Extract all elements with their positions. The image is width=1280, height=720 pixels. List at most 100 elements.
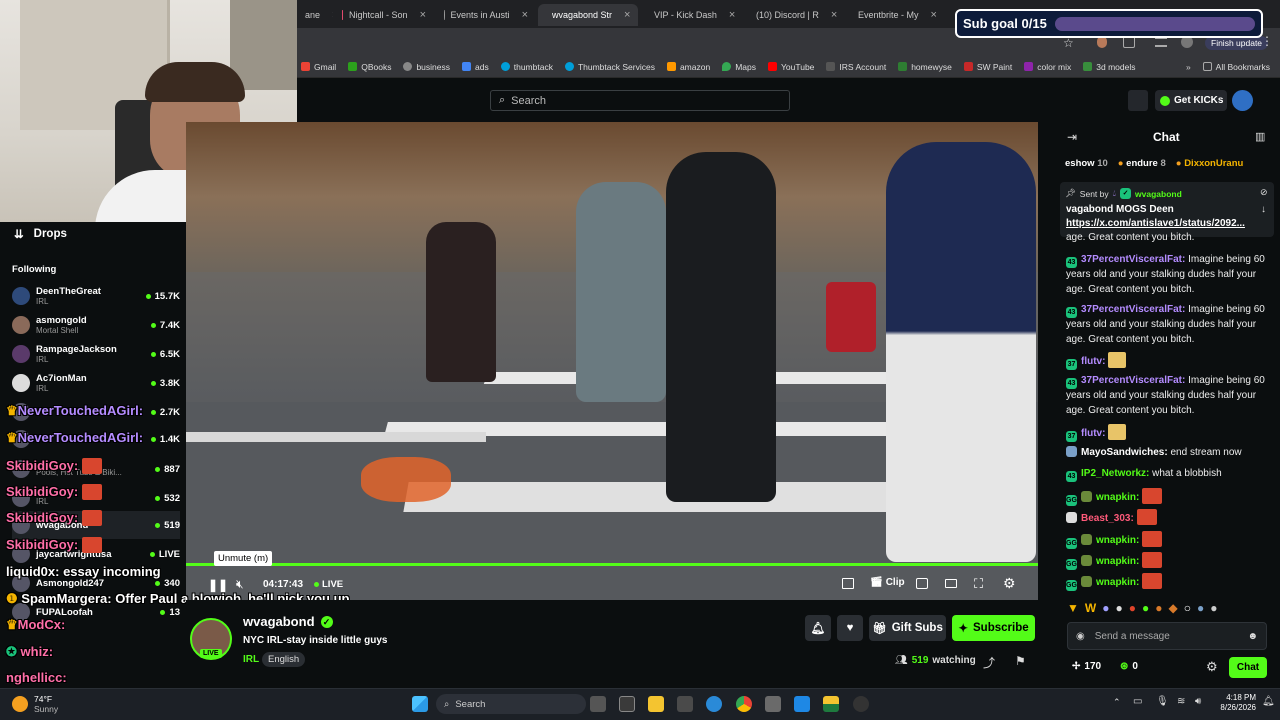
close-icon[interactable]: ×: [624, 9, 630, 21]
chat-input[interactable]: ◉ Send a message ☻: [1067, 622, 1267, 650]
emoji-icon[interactable]: ☻: [1247, 631, 1258, 642]
microphone-icon[interactable]: 🎙︎: [1156, 696, 1169, 707]
obs-icon[interactable]: [853, 696, 869, 712]
theater-mode-icon[interactable]: [945, 579, 957, 588]
chat-username[interactable]: wnapkin:: [1096, 535, 1139, 546]
emote-icon[interactable]: ●: [1102, 601, 1109, 615]
streamer-name[interactable]: wvagabond: [243, 614, 315, 629]
close-icon[interactable]: ×: [332, 9, 333, 21]
bookmark-maps[interactable]: Maps: [722, 62, 756, 72]
close-icon[interactable]: ×: [729, 9, 735, 21]
chat-username[interactable]: flutv:: [1081, 356, 1105, 367]
chat-username[interactable]: IP2_Networkz:: [1081, 468, 1149, 479]
browser-tab[interactable]: ane ×: [297, 4, 333, 26]
browser-tab[interactable]: VIP - Kick Dash ×: [640, 4, 740, 26]
calculator-app-icon[interactable]: [677, 696, 693, 712]
file-explorer-icon[interactable]: [648, 696, 664, 712]
emote-icon[interactable]: ●: [1129, 601, 1136, 615]
all-bookmarks[interactable]: All Bookmarks: [1202, 62, 1270, 72]
clock[interactable]: 4:18 PM 8/26/2026: [1216, 693, 1256, 713]
pip-icon[interactable]: [842, 578, 854, 589]
task-view-icon[interactable]: [590, 696, 606, 712]
kicks-balance[interactable]: ⊛ 0: [1120, 661, 1138, 672]
bookmark-qbooks[interactable]: QBooks: [348, 62, 391, 72]
video-player[interactable]: [186, 122, 1038, 600]
calculator-icon[interactable]: [765, 696, 781, 712]
chat-username[interactable]: Beast_303:: [1081, 513, 1134, 524]
emote-icon[interactable]: ●: [1155, 601, 1162, 615]
chat-settings-gear-icon[interactable]: ⚙: [1206, 659, 1218, 675]
chat-username[interactable]: wnapkin:: [1096, 492, 1139, 503]
gift-subs-button[interactable]: 🎁︎ Gift Subs: [869, 615, 946, 641]
bookmark-ads[interactable]: ads: [462, 62, 489, 72]
expand-arrow-icon[interactable]: ↓: [1261, 204, 1266, 215]
notepad-icon[interactable]: [619, 696, 635, 712]
browser-tab[interactable]: Nightcall - Son ×: [334, 4, 434, 26]
chat-username[interactable]: wnapkin:: [1096, 556, 1139, 567]
speaker-icon[interactable]: 🔊︎: [1195, 696, 1201, 707]
bookmark-3d-models[interactable]: 3d models: [1083, 62, 1136, 72]
fullscreen-icon[interactable]: ⛶: [974, 576, 983, 592]
taskbar-search[interactable]: ⌕ Search: [436, 694, 586, 714]
record-icon[interactable]: ◉: [1076, 631, 1085, 642]
collapse-chat-icon[interactable]: ⇥: [1067, 130, 1077, 144]
wifi-icon[interactable]: ≋: [1177, 696, 1185, 707]
app-icon[interactable]: [794, 696, 810, 712]
browser-tab[interactable]: Eventbrite - My ×: [844, 4, 942, 26]
user-avatar[interactable]: [1232, 90, 1253, 111]
bookmark-sw-paint[interactable]: SW Paint: [963, 62, 1012, 72]
app-icon[interactable]: [823, 696, 839, 712]
notification-bell-icon[interactable]: 🔔︎: [1262, 696, 1275, 707]
media-icon[interactable]: [1155, 37, 1167, 47]
bookmark-youtube[interactable]: YouTube: [768, 62, 814, 72]
chat-username[interactable]: flutv:: [1081, 428, 1105, 439]
emote-icon[interactable]: ○: [1184, 601, 1191, 615]
language-tag[interactable]: English: [262, 652, 306, 667]
finish-update-button[interactable]: Finish update: [1205, 36, 1269, 50]
bookmark-star-icon[interactable]: ☆: [1063, 36, 1074, 50]
close-icon[interactable]: ×: [931, 9, 937, 21]
bookmark-thumbtack-services[interactable]: Thumbtack Services: [564, 62, 655, 72]
chat-username[interactable]: 37PercentVisceralFat:: [1081, 304, 1185, 315]
kebab-menu-icon[interactable]: ⋮: [1261, 34, 1273, 48]
quality-icon[interactable]: [916, 578, 928, 589]
clip-button[interactable]: 🎬︎ Clip: [870, 577, 905, 588]
follow-heart-button[interactable]: ♥: [837, 615, 863, 641]
settings-gear-icon[interactable]: ⚙: [1003, 575, 1016, 592]
chat-username[interactable]: 37PercentVisceralFat:: [1081, 254, 1185, 265]
pause-icon[interactable]: ❚❚: [208, 578, 228, 592]
share-icon[interactable]: ⤴: [983, 654, 995, 671]
emote-icon[interactable]: ●: [1197, 601, 1204, 615]
category-link[interactable]: IRL: [243, 654, 259, 665]
chat-username[interactable]: wnapkin:: [1096, 577, 1139, 588]
chrome-icon[interactable]: [736, 696, 752, 712]
pinned-link[interactable]: https://x.com/antislave1/status/2092...: [1066, 218, 1245, 229]
emote-icon[interactable]: ●: [1115, 601, 1122, 615]
chevron-right-icon[interactable]: »: [1186, 62, 1191, 72]
emote-icon[interactable]: W: [1085, 601, 1096, 615]
drops-link[interactable]: ⇊ Drops: [14, 227, 67, 241]
browser-tab-active[interactable]: wvagabond Str ×: [538, 4, 638, 26]
bookmark-irs[interactable]: IRS Account: [826, 62, 886, 72]
emote-icon[interactable]: ●: [1210, 601, 1217, 615]
bookmark-thumbtack[interactable]: thumbtack: [500, 62, 553, 72]
send-chat-button[interactable]: Chat: [1229, 657, 1267, 678]
followed-channel[interactable]: RampageJackson IRL 6.5K: [12, 340, 180, 368]
get-kicks-button[interactable]: Get KICKs: [1155, 90, 1227, 111]
browser-tab[interactable]: Events in Austi ×: [436, 4, 536, 26]
chat-username[interactable]: MayoSandwiches:: [1081, 447, 1168, 458]
emote-icon[interactable]: ◆: [1168, 601, 1177, 615]
bookmark-homewyse[interactable]: homewyse: [898, 62, 952, 72]
emote-icon[interactable]: ●: [1142, 601, 1149, 615]
followed-channel[interactable]: DeenTheGreat IRL 15.7K: [12, 282, 180, 310]
layout-toggle-icon[interactable]: [1128, 90, 1148, 111]
muted-speaker-icon[interactable]: 🔇︎: [236, 577, 244, 592]
bookmark-color-mix[interactable]: color mix: [1024, 62, 1071, 72]
chevron-up-icon[interactable]: ⌃: [1113, 697, 1121, 708]
close-icon[interactable]: ×: [831, 9, 837, 21]
bookmark-amazon[interactable]: amazon: [666, 62, 710, 72]
chat-username[interactable]: 37PercentVisceralFat:: [1081, 375, 1185, 386]
close-icon[interactable]: ×: [522, 9, 528, 21]
weather-widget[interactable]: 74°F Sunny: [34, 694, 58, 714]
emote-icon[interactable]: ▼: [1067, 601, 1079, 615]
